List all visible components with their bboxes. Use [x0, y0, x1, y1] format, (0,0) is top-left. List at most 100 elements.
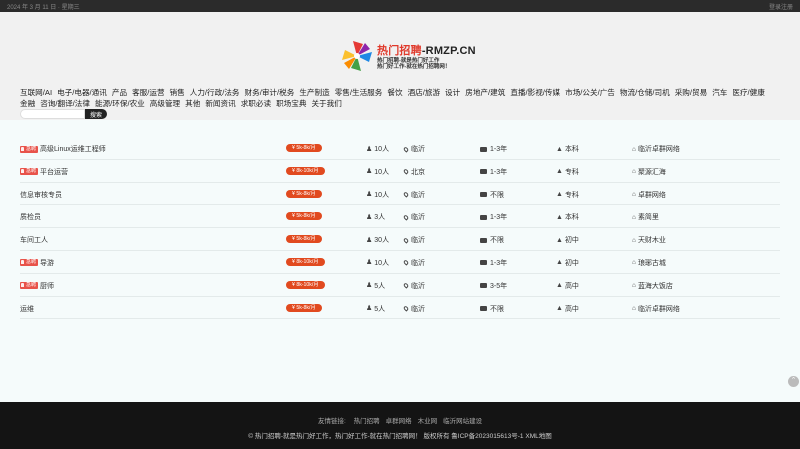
- search-input[interactable]: [20, 109, 85, 119]
- bank-icon: ⌂: [632, 305, 636, 313]
- nav-item[interactable]: 产品: [112, 88, 127, 99]
- job-row[interactable]: 急聘 导游 ¥ 8k-10k/月 ♟ 10人 临沂 1-3年 ▲ 初中 ⌂ 琅琊古城: [20, 251, 780, 274]
- friend-link[interactable]: 临沂网站建设: [443, 418, 482, 425]
- top-bar: 2024 年 3 月 11 日 · 星期三 登录注册: [0, 0, 800, 12]
- map-pin-icon: [402, 168, 410, 175]
- city: 临沂: [411, 214, 425, 222]
- urgent-badge: 急聘: [20, 259, 39, 267]
- company-cell: ⌂ 临沂卓群网络: [632, 304, 680, 314]
- nav-item[interactable]: 客服/运营: [132, 88, 164, 99]
- nav-item[interactable]: 其他: [185, 99, 200, 110]
- bank-icon: ⌂: [632, 213, 636, 221]
- job-title[interactable]: 信息审核专员: [20, 190, 62, 200]
- job-row[interactable]: 信息审核专员 ¥ 5k-8k/月 ♟ 10人 临沂 不限 ▲ 专科 ⌂ 卓群网络: [20, 183, 780, 206]
- job-row[interactable]: 急聘 厨师 ¥ 8k-10k/月 ♟ 5人 临沂 3-5年 ▲ 高中 ⌂ 蓝海大饭店: [20, 274, 780, 297]
- map-pin-icon: [402, 282, 410, 289]
- nav-item[interactable]: 房地产/建筑: [465, 88, 505, 99]
- experience: 1-3年: [490, 214, 508, 222]
- job-row[interactable]: 急聘 平台运营 ¥ 8k-10k/月 ♟ 10人 北京 1-3年 ▲ 专科 ⌂ 聚源汇海: [20, 160, 780, 183]
- nav-item[interactable]: 汽车: [712, 88, 727, 99]
- salary-cell: ¥ 5k-8k/月: [286, 212, 322, 221]
- company[interactable]: 天财木业: [638, 235, 666, 245]
- nav-item[interactable]: 设计: [445, 88, 460, 99]
- headcount-cell: ♟ 5人: [366, 304, 385, 314]
- salary-badge: ¥ 5k-8k/月: [286, 144, 322, 152]
- job-title[interactable]: 平台运营: [40, 167, 68, 177]
- company[interactable]: 临沂卓群网络: [638, 304, 680, 314]
- nav-item[interactable]: 金融: [20, 99, 35, 110]
- job-row[interactable]: 质检员 ¥ 5k-8k/月 ♟ 3人 临沂 1-3年 ▲ 本科 ⌂ 素简里: [20, 205, 780, 229]
- nav-item[interactable]: 新闻资讯: [205, 99, 235, 110]
- map-pin-icon: [402, 191, 410, 198]
- job-row[interactable]: 急聘 高级Linux运维工程师 ¥ 5k-8k/月 ♟ 10人 临沂 1-3年 ▲ 本科 ⌂ 临沂卓…: [20, 137, 780, 160]
- friend-link[interactable]: 卓群网络: [386, 418, 412, 425]
- salary-badge: ¥ 5k-8k/月: [286, 212, 322, 221]
- job-title[interactable]: 高级Linux运维工程师: [40, 144, 106, 154]
- back-to-top-button[interactable]: ⌃: [788, 376, 799, 387]
- city: 临沂: [411, 305, 425, 313]
- job-row[interactable]: 车间工人 ¥ 5k-8k/月 ♟ 30人 临沂 不限 ▲ 初中 ⌂ 天财木业: [20, 228, 780, 251]
- job-row[interactable]: 运维 ¥ 5k-8k/月 ♟ 5人 临沂 不限 ▲ 高中 ⌂ 临沂卓群网络: [20, 297, 780, 320]
- nav-item[interactable]: 酒店/旅游: [408, 88, 440, 99]
- nav-item[interactable]: 财务/审计/税务: [245, 88, 295, 99]
- job-title-cell: 信息审核专员: [20, 190, 62, 200]
- search-button[interactable]: 搜索: [85, 109, 108, 119]
- site-logo[interactable]: 热门招聘-RMZP.CN 热门招聘-就是热门好工作 热门好工作-就在热门招聘网！: [340, 39, 476, 73]
- category-nav: 互联网/AI 电子/电器/通讯 产品 客服/运营 销售 人力/行政/法务 财务/审计/税务生…: [20, 88, 780, 109]
- headcount: 5人: [374, 305, 386, 313]
- experience-cell: 1-3年: [480, 167, 507, 177]
- job-title-cell: 急聘 高级Linux运维工程师: [20, 144, 106, 154]
- job-title-cell: 急聘 导游: [20, 258, 54, 268]
- id-card-icon: [480, 306, 487, 312]
- urgent-badge: 急聘: [20, 282, 39, 290]
- nav-item[interactable]: 生产制造: [299, 88, 329, 99]
- friend-link[interactable]: 热门招聘: [354, 418, 380, 425]
- nav-item[interactable]: 关于我们: [311, 99, 341, 110]
- salary-cell: ¥ 8k-10k/月: [286, 280, 325, 289]
- job-title[interactable]: 质检员: [20, 212, 41, 222]
- nav-item[interactable]: 能源/环保/农业: [95, 99, 145, 110]
- nav-item[interactable]: 求职必读: [241, 99, 271, 110]
- nav-item[interactable]: 餐饮: [387, 88, 402, 99]
- nav-item[interactable]: 医疗/健康: [732, 88, 764, 99]
- city-cell: 临沂: [402, 235, 425, 245]
- company-cell: ⌂ 天财木业: [632, 235, 666, 245]
- job-title[interactable]: 运维: [20, 304, 34, 314]
- company[interactable]: 素简里: [638, 212, 659, 222]
- nav-item[interactable]: 直播/影视/传媒: [510, 88, 560, 99]
- company[interactable]: 蓝海大饭店: [638, 281, 673, 291]
- company[interactable]: 聚源汇海: [638, 167, 666, 177]
- graduation-cap-icon: ▲: [556, 145, 563, 153]
- bank-icon: ⌂: [632, 236, 636, 244]
- headcount: 3人: [374, 214, 386, 222]
- nav-item[interactable]: 职场宝典: [276, 99, 306, 110]
- company[interactable]: 临沂卓群网络: [638, 144, 680, 154]
- nav-item[interactable]: 零售/生活服务: [335, 88, 383, 99]
- nav-item[interactable]: 互联网/AI: [20, 88, 52, 99]
- users-icon: ♟: [366, 259, 373, 267]
- nav-item[interactable]: 高级管理: [150, 99, 180, 110]
- nav-item[interactable]: 人力/行政/法务: [190, 88, 240, 99]
- map-pin-icon: [402, 237, 410, 244]
- nav-item[interactable]: 销售: [170, 88, 185, 99]
- headcount-cell: ♟ 10人: [366, 144, 389, 154]
- education-cell: ▲ 初中: [556, 258, 579, 268]
- bank-icon: ⌂: [632, 282, 636, 290]
- headcount: 10人: [374, 168, 390, 176]
- job-title[interactable]: 厨师: [40, 281, 54, 291]
- city-cell: 临沂: [402, 212, 425, 222]
- company-cell: ⌂ 聚源汇海: [632, 167, 666, 177]
- job-title-cell: 急聘 厨师: [20, 281, 54, 291]
- company[interactable]: 琅琊古城: [638, 258, 666, 268]
- login-register-link[interactable]: 登录注册: [769, 2, 793, 11]
- nav-item[interactable]: 咨询/翻译/法律: [40, 99, 90, 110]
- friend-link[interactable]: 木业网: [418, 418, 438, 425]
- nav-item[interactable]: 采购/贸易: [675, 88, 707, 99]
- job-title[interactable]: 车间工人: [20, 235, 48, 245]
- company[interactable]: 卓群网络: [638, 190, 666, 200]
- job-title[interactable]: 导游: [40, 258, 54, 268]
- nav-item[interactable]: 物流/仓储/司机: [620, 88, 670, 99]
- users-icon: ♟: [366, 213, 373, 221]
- nav-item[interactable]: 电子/电器/通讯: [57, 88, 107, 99]
- nav-item[interactable]: 市场/公关/广告: [565, 88, 615, 99]
